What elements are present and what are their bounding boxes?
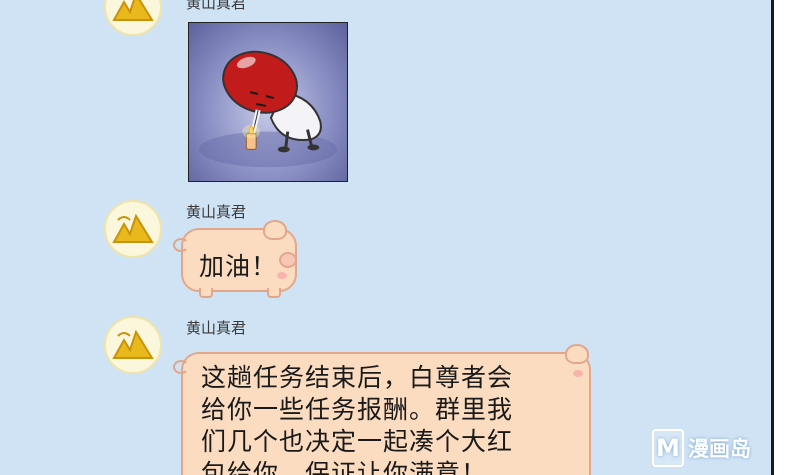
- avatar[interactable]: [104, 0, 162, 36]
- mountain-logo-icon: [112, 0, 154, 21]
- message-bubble[interactable]: 加油！: [173, 220, 297, 298]
- message-bubble[interactable]: 这趟任务结束后，白尊者会 给你一些任务报酬。群里我 们几个也决定一起凑个大红 包…: [173, 344, 591, 475]
- avatar[interactable]: [104, 200, 162, 258]
- pig-leg-icon: [199, 288, 213, 298]
- pig-ear-icon: [263, 220, 287, 240]
- mountain-logo-icon: [112, 329, 154, 359]
- pig-snout-icon: [279, 252, 297, 268]
- avatar[interactable]: [104, 316, 162, 374]
- mountain-logo-icon: [112, 213, 154, 243]
- pig-tail-icon: [173, 360, 189, 374]
- message-text: 这趟任务结束后，白尊者会 给你一些任务报酬。群里我 们几个也决定一起凑个大红 包…: [201, 363, 514, 475]
- capsule-sticker-image[interactable]: [188, 22, 348, 182]
- message-text: 加油！: [199, 252, 278, 281]
- sender-name: 黄山真君: [186, 203, 247, 221]
- pig-blush-icon: [277, 272, 287, 279]
- watermark-text: 漫画岛: [688, 437, 751, 461]
- watermark: M 漫画岛: [652, 429, 751, 467]
- sender-name: 黄山真君: [186, 319, 247, 337]
- chat-panel: 黄山真君 黄山真君 加油！ 黄山真君 这趟任务结束后，白尊者会 给你一些任务报酬…: [0, 0, 774, 475]
- red-capsule-candle-sticker-icon: [198, 50, 338, 168]
- watermark-logo-icon: M: [652, 429, 684, 467]
- pig-leg-icon: [267, 288, 281, 298]
- pig-tail-icon: [173, 238, 189, 252]
- pig-ear-icon: [565, 344, 589, 364]
- sender-name: 黄山真君: [186, 0, 247, 12]
